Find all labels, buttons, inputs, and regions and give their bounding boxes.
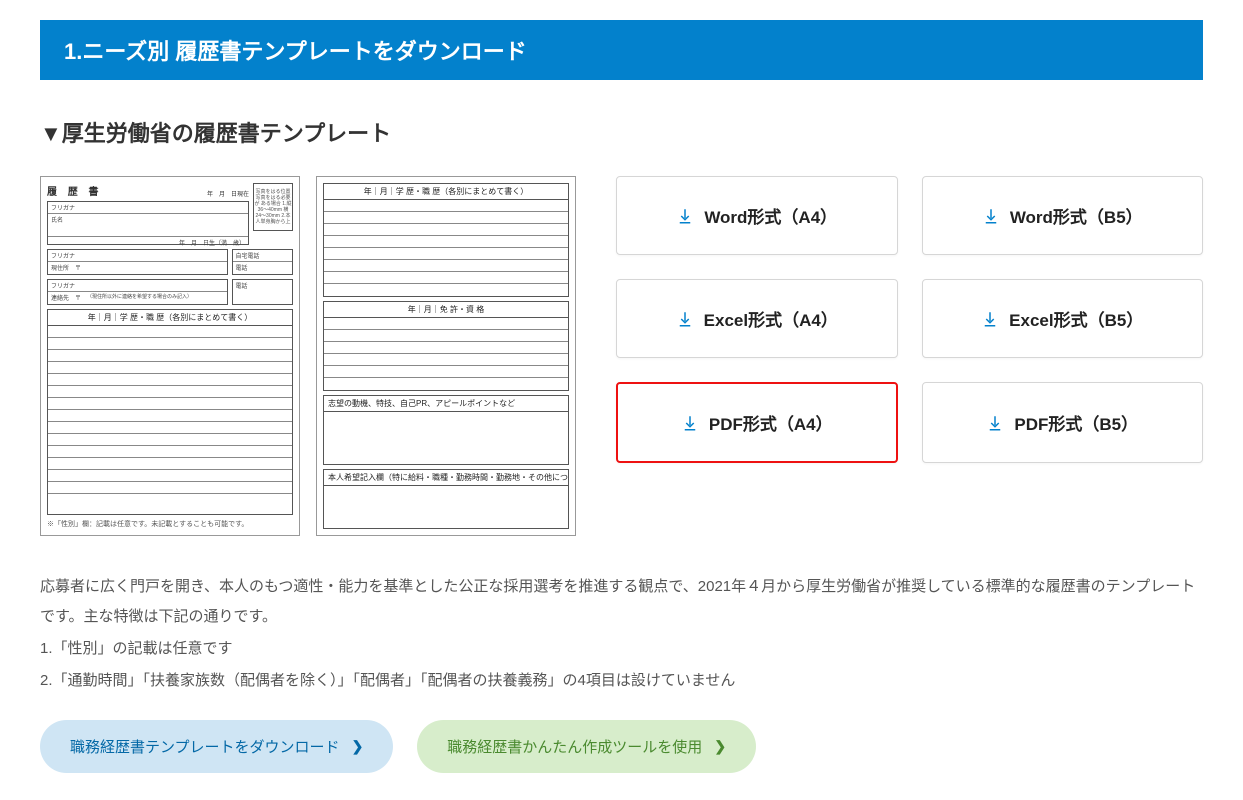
download-label: PDF形式（B5） bbox=[1014, 410, 1138, 435]
cta-row: 職務経歴書テンプレートをダウンロード ❯ 職務経歴書かんたん作成ツールを使用 ❯ bbox=[40, 720, 1203, 773]
content-row: 履 歴 書 年 月 日現在 フリガナ 氏名 年 月 日生（満 歳） 写真をはる位… bbox=[40, 176, 1203, 544]
download-label: PDF形式（A4） bbox=[709, 410, 833, 435]
label-contact-furigana: フリガナ bbox=[48, 280, 227, 292]
label-contact-note: （現住所以外に連絡を希望する場合のみ記入） bbox=[84, 292, 195, 303]
download-label: Excel形式（B5） bbox=[1009, 306, 1143, 331]
cta-easy-tool[interactable]: 職務経歴書かんたん作成ツールを使用 ❯ bbox=[417, 720, 756, 773]
desc-p1: 応募者に広く門戸を開き、本人のもつ適性・能力を基準とした公正な採用選考を推進する… bbox=[40, 572, 1203, 632]
table-header-1: 年｜月｜学 歴・職 歴（各別にまとめて書く） bbox=[48, 310, 292, 326]
download-icon bbox=[681, 414, 699, 432]
label-phone3: 電話 bbox=[233, 280, 293, 291]
chevron-right-icon: ❯ bbox=[714, 738, 726, 755]
download-button-4[interactable]: PDF形式（A4） bbox=[616, 382, 898, 463]
form-pages: 履 歴 書 年 月 日現在 フリガナ 氏名 年 月 日生（満 歳） 写真をはる位… bbox=[40, 176, 580, 536]
label-addr: 現住所 〒 bbox=[48, 262, 227, 273]
download-icon bbox=[986, 414, 1004, 432]
download-button-3[interactable]: Excel形式（B5） bbox=[922, 279, 1204, 358]
section-header: 1.ニーズ別 履歴書テンプレートをダウンロード bbox=[40, 20, 1203, 80]
form-footnote: ※「性別」欄：記載は任意です。未記載とすることも可能です。 bbox=[47, 519, 293, 529]
label-birth: 年 月 日生（満 歳） bbox=[48, 236, 248, 248]
download-button-0[interactable]: Word形式（A4） bbox=[616, 176, 898, 255]
download-icon bbox=[676, 310, 694, 328]
label-contact: 連絡先 〒 bbox=[48, 292, 84, 303]
download-label: Excel形式（A4） bbox=[704, 306, 838, 331]
label-name: 氏名 bbox=[48, 214, 248, 236]
download-icon bbox=[981, 310, 999, 328]
description: 応募者に広く門戸を開き、本人のもつ適性・能力を基準とした公正な採用選考を推進する… bbox=[40, 572, 1203, 696]
doc-title: 履 歴 書 bbox=[47, 183, 103, 198]
photo-box: 写真をはる位置 写真をはる必要が ある場合 1.縦36〜40mm 横24〜30m… bbox=[253, 183, 293, 231]
label-phone2: 電話 bbox=[233, 262, 293, 273]
chevron-right-icon: ❯ bbox=[352, 738, 364, 755]
cta-label: 職務経歴書かんたん作成ツールを使用 bbox=[447, 736, 702, 757]
label-furigana: フリガナ bbox=[48, 202, 248, 214]
download-icon bbox=[982, 207, 1000, 225]
label-addr-furigana: フリガナ bbox=[48, 250, 227, 262]
table-header-2: 年｜月｜学 歴・職 歴（各別にまとめて書く） bbox=[324, 184, 568, 200]
download-label: Word形式（A4） bbox=[704, 203, 837, 228]
form-page-2: 年｜月｜学 歴・職 歴（各別にまとめて書く） 年｜月｜免 許・資 格 志望の動機… bbox=[316, 176, 576, 536]
license-header: 年｜月｜免 許・資 格 bbox=[324, 302, 568, 318]
download-grid: Word形式（A4） Word形式（B5） Excel形式（A4） Excel形式（B… bbox=[616, 176, 1203, 544]
cta-label: 職務経歴書テンプレートをダウンロード bbox=[70, 736, 340, 757]
desc-li1: 1.「性別」の記載は任意です bbox=[40, 634, 1203, 664]
wish-header: 本人希望記入欄（特に給料・職種・勤務時間・勤務地・その他についての希望などがあれ… bbox=[324, 470, 568, 486]
cta-download-templates[interactable]: 職務経歴書テンプレートをダウンロード ❯ bbox=[40, 720, 393, 773]
download-button-2[interactable]: Excel形式（A4） bbox=[616, 279, 898, 358]
download-button-1[interactable]: Word形式（B5） bbox=[922, 176, 1204, 255]
download-button-5[interactable]: PDF形式（B5） bbox=[922, 382, 1204, 463]
form-page-1: 履 歴 書 年 月 日現在 フリガナ 氏名 年 月 日生（満 歳） 写真をはる位… bbox=[40, 176, 300, 536]
download-icon bbox=[676, 207, 694, 225]
subheading: ▼厚生労働省の履歴書テンプレート bbox=[40, 116, 1203, 148]
form-preview: 履 歴 書 年 月 日現在 フリガナ 氏名 年 月 日生（満 歳） 写真をはる位… bbox=[40, 176, 580, 544]
appeal-header: 志望の動機、特技、自己PR、アピールポイントなど bbox=[324, 396, 568, 412]
label-phone1: 自宅電話 bbox=[233, 250, 293, 262]
download-label: Word形式（B5） bbox=[1010, 203, 1143, 228]
desc-li2: 2.「通勤時間」「扶養家族数（配偶者を除く）」「配偶者」「配偶者の扶養義務」の4… bbox=[40, 666, 1203, 696]
date-label: 年 月 日現在 bbox=[207, 189, 249, 198]
